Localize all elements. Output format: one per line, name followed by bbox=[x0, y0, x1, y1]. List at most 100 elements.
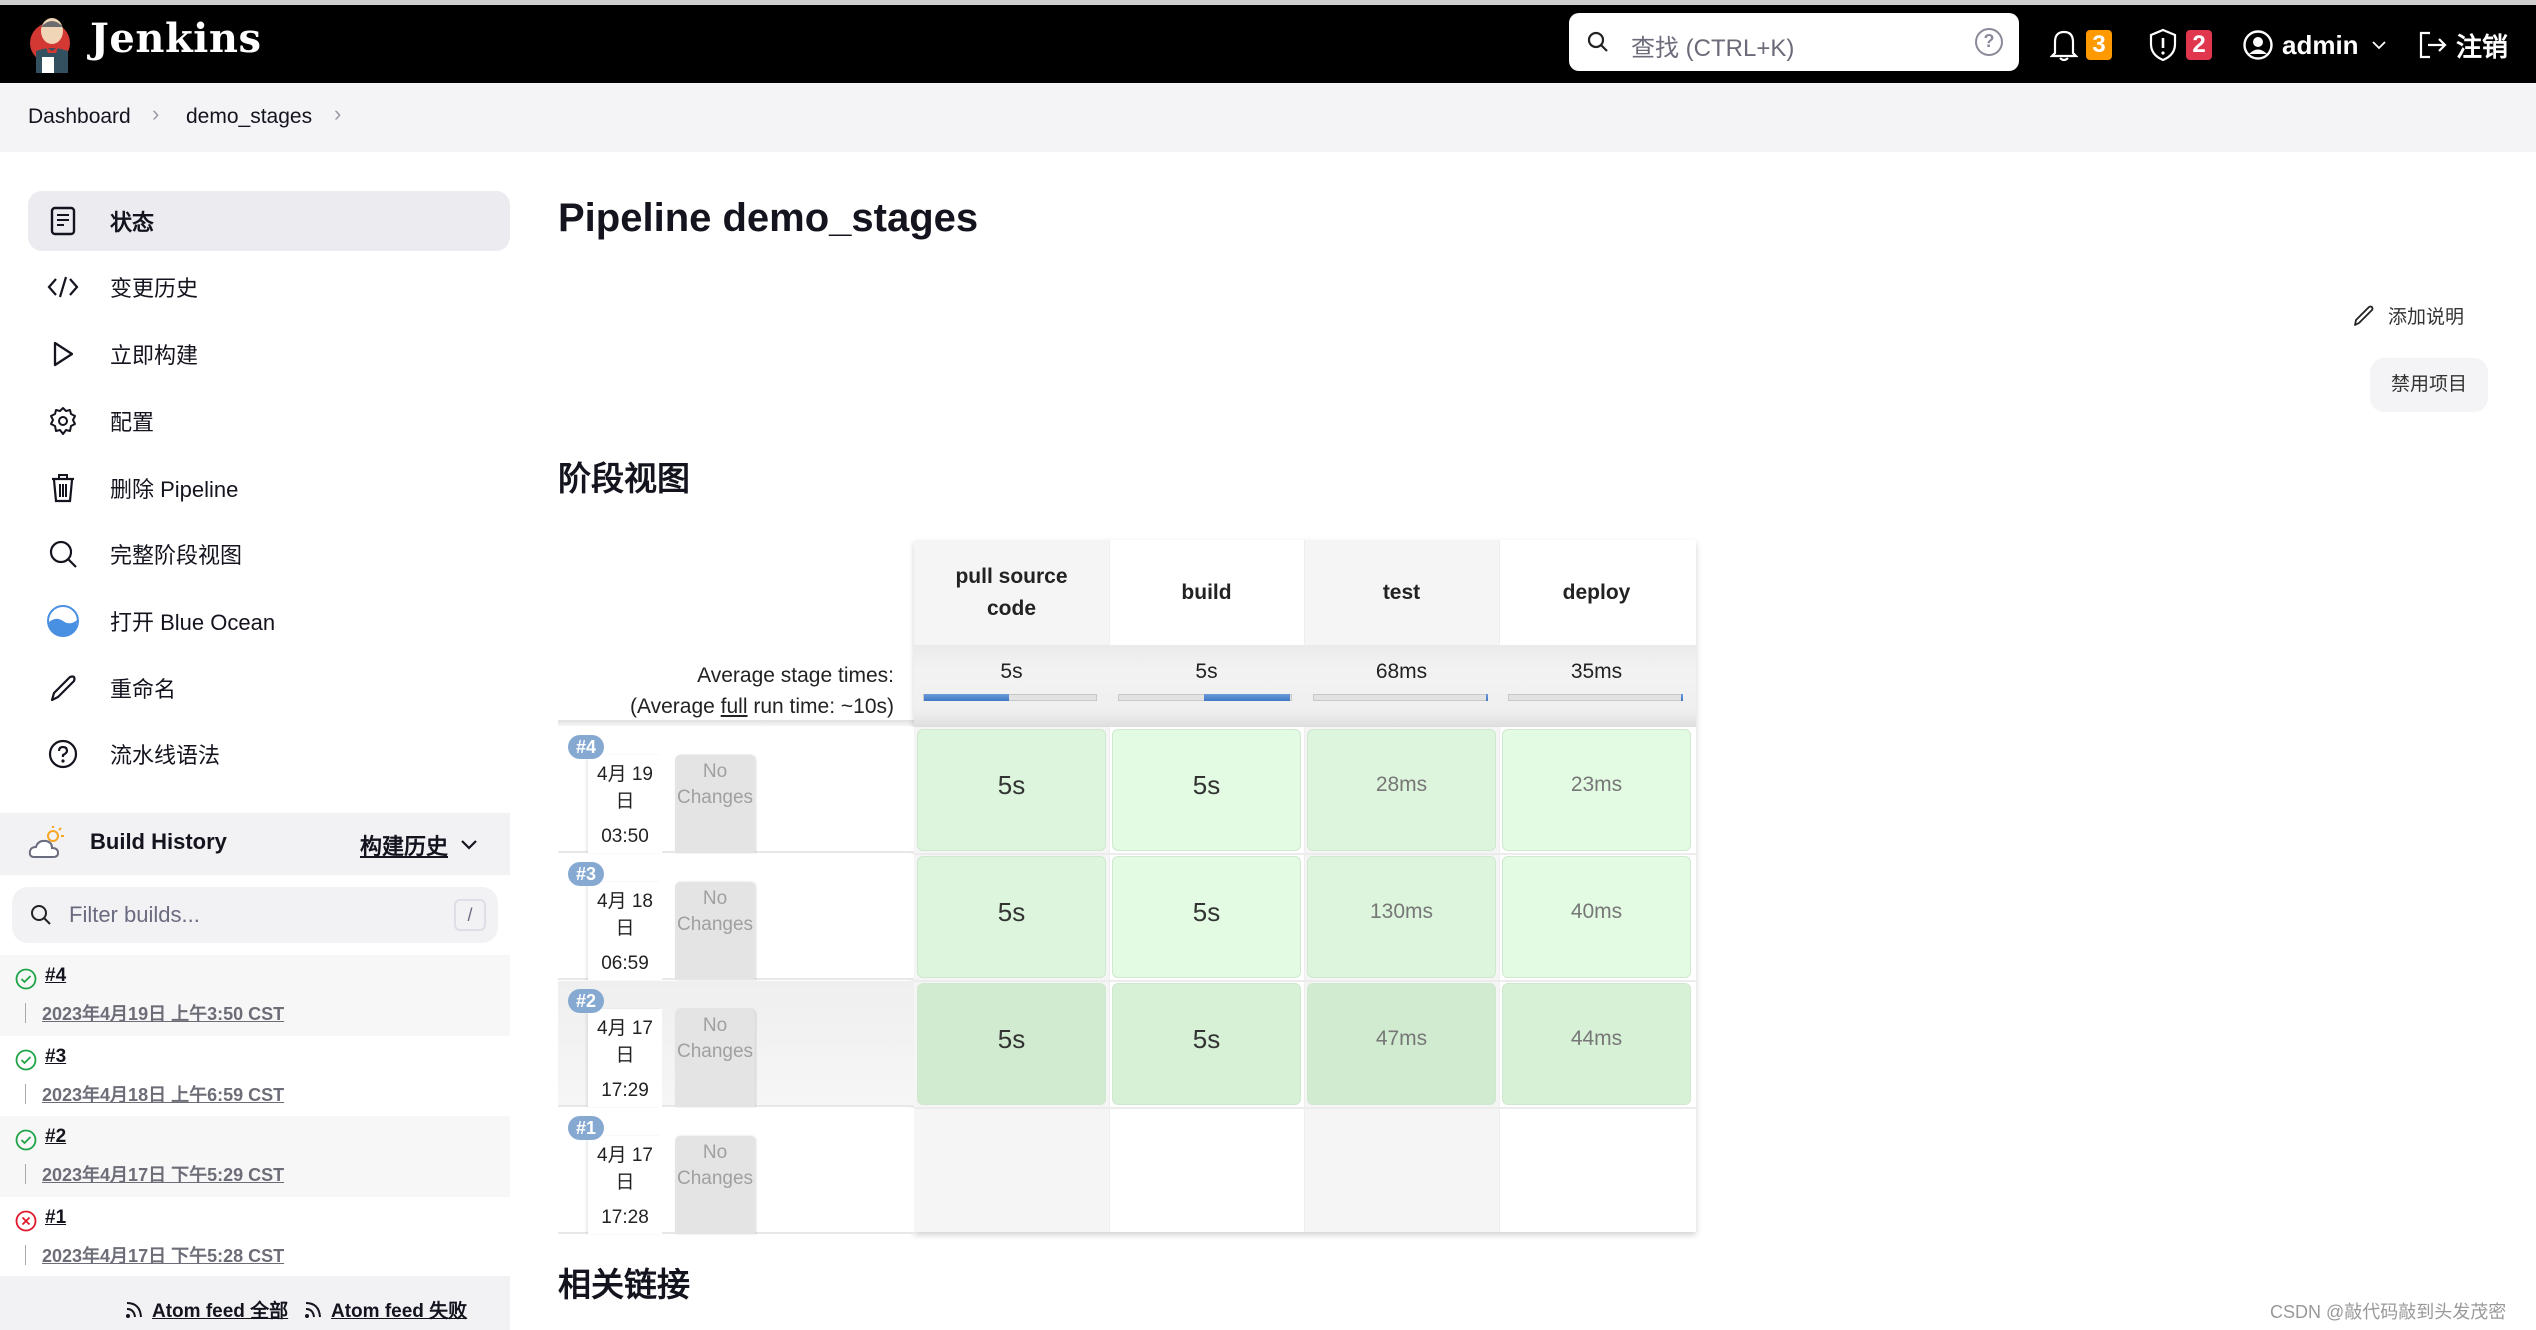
avg-run-suffix: run time: ~10s) bbox=[747, 695, 894, 718]
document-icon bbox=[46, 204, 80, 238]
full-run-link[interactable]: full bbox=[721, 695, 748, 718]
build-history-row[interactable]: #1 2023年4月17日 下午5:28 CST bbox=[0, 1197, 510, 1278]
sidebar-item-label: 重命名 bbox=[110, 677, 177, 702]
breadcrumb-demo-stages[interactable]: demo_stages bbox=[186, 105, 312, 129]
sidebar-item-build-now[interactable]: 立即构建 bbox=[28, 324, 510, 384]
run-badge[interactable]: #4 bbox=[568, 735, 605, 759]
notifications-badge: 3 bbox=[2086, 30, 2112, 60]
stage-cell[interactable]: 5s bbox=[1112, 729, 1301, 851]
build-date-link[interactable]: 2023年4月19日 上午3:50 CST bbox=[42, 1000, 284, 1026]
build-history-link[interactable]: 构建历史 bbox=[360, 829, 448, 861]
build-number-link[interactable]: #3 bbox=[45, 1046, 66, 1068]
sidebar-item-delete-pipeline[interactable]: 删除 Pipeline bbox=[28, 458, 510, 518]
build-date-link[interactable]: 2023年4月17日 下午5:29 CST bbox=[42, 1161, 284, 1187]
stage-average-bar-fill bbox=[1486, 694, 1489, 701]
stage-average-bar bbox=[1313, 694, 1489, 701]
sidebar-item-changes[interactable]: 变更历史 bbox=[28, 257, 510, 317]
stage-cell[interactable]: 44ms bbox=[1502, 983, 1691, 1105]
stage-cell[interactable]: 40ms bbox=[1502, 856, 1691, 978]
atom-feed-failed-link[interactable]: Atom feed 失败 bbox=[303, 1296, 467, 1323]
run-date-line: 日 bbox=[615, 791, 635, 812]
run-row[interactable]: #1 4月 17 日 17:28 No Changes bbox=[558, 1108, 914, 1234]
stage-cell[interactable]: 5s bbox=[1112, 856, 1301, 978]
run-badge[interactable]: #2 bbox=[568, 989, 605, 1013]
run-time: 17:29 bbox=[601, 1080, 649, 1101]
run-time: 17:28 bbox=[601, 1207, 649, 1228]
stage-cell[interactable]: 23ms bbox=[1502, 729, 1691, 851]
security-button[interactable]: 2 bbox=[2148, 27, 2212, 63]
run-badge[interactable]: #3 bbox=[568, 862, 605, 886]
run-changes[interactable]: No Changes bbox=[675, 1136, 755, 1234]
run-changes[interactable]: No Changes bbox=[675, 755, 755, 853]
sidebar-item-full-stage-view[interactable]: 完整阶段视图 bbox=[28, 524, 510, 584]
username[interactable]: admin bbox=[2282, 30, 2359, 61]
stage-average-time: 5s bbox=[1195, 660, 1218, 683]
sidebar-item-status[interactable]: 状态 bbox=[28, 191, 510, 251]
atom-feed-all-link[interactable]: Atom feed 全部 bbox=[124, 1296, 288, 1323]
failed-x-icon bbox=[15, 1210, 37, 1232]
success-check-icon bbox=[15, 1129, 37, 1151]
pencil-icon bbox=[2354, 305, 2374, 326]
add-description-button[interactable]: 添加说明 bbox=[2352, 302, 2464, 329]
chevron-down-icon[interactable] bbox=[2371, 40, 2387, 50]
timeline-divider bbox=[25, 1164, 26, 1184]
stage-cell[interactable]: 5s bbox=[917, 856, 1106, 978]
run-changes[interactable]: No Changes bbox=[675, 1009, 755, 1107]
sidebar-item-blue-ocean[interactable]: 打开 Blue Ocean bbox=[28, 591, 510, 651]
build-history-row[interactable]: #4 2023年4月19日 上午3:50 CST bbox=[0, 955, 510, 1036]
stage-cell[interactable]: 5s bbox=[917, 729, 1106, 851]
sidebar-item-rename[interactable]: 重命名 bbox=[28, 658, 510, 718]
sidebar-item-configure[interactable]: 配置 bbox=[28, 391, 510, 451]
build-number-link[interactable]: #1 bbox=[45, 1207, 66, 1229]
run-row[interactable]: #3 4月 18 日 06:59 No Changes bbox=[558, 854, 914, 980]
stage-name: test bbox=[1382, 580, 1421, 604]
run-badge[interactable]: #1 bbox=[568, 1116, 605, 1140]
breadcrumb-separator-icon[interactable]: › bbox=[334, 101, 341, 127]
build-date-link[interactable]: 2023年4月17日 下午5:28 CST bbox=[42, 1242, 284, 1268]
build-date-link[interactable]: 2023年4月18日 上午6:59 CST bbox=[42, 1081, 284, 1107]
atom-feeds-bar: Atom feed 全部 Atom feed 失败 bbox=[0, 1276, 510, 1330]
build-number-link[interactable]: #2 bbox=[45, 1126, 66, 1148]
sidebar-item-label: 删除 Pipeline bbox=[110, 477, 239, 502]
stage-cell[interactable]: 5s bbox=[917, 983, 1106, 1105]
bell-icon bbox=[2050, 30, 2078, 62]
stage-cell[interactable]: 28ms bbox=[1307, 729, 1496, 851]
run-date-line: 日 bbox=[615, 918, 635, 939]
breadcrumb-separator-icon[interactable]: › bbox=[152, 101, 159, 127]
chevron-down-icon[interactable] bbox=[460, 839, 478, 851]
stage-cell[interactable]: 47ms bbox=[1307, 983, 1496, 1105]
build-history-row[interactable]: #2 2023年4月17日 下午5:29 CST bbox=[0, 1116, 510, 1197]
sidebar-item-label: 立即构建 bbox=[110, 343, 199, 368]
search-help-icon[interactable]: ? bbox=[1975, 28, 2003, 56]
run-row[interactable]: #4 4月 19 日 03:50 No Changes bbox=[558, 727, 914, 853]
stage-cell[interactable]: 5s bbox=[1112, 983, 1301, 1105]
timeline-divider bbox=[25, 1245, 26, 1265]
run-time: 06:59 bbox=[601, 953, 649, 974]
stage-average: 68ms bbox=[1304, 645, 1499, 727]
filter-builds-input[interactable]: Filter builds... / bbox=[12, 887, 498, 943]
breadcrumb-dashboard[interactable]: Dashboard bbox=[28, 105, 131, 129]
jenkins-logo-icon[interactable] bbox=[28, 13, 76, 75]
row-divider bbox=[914, 980, 1696, 982]
run-date-line: 4月 18 bbox=[597, 891, 653, 912]
user-avatar-icon bbox=[2243, 30, 2273, 60]
brand-name[interactable]: Jenkins bbox=[90, 15, 261, 62]
stage-average-bar bbox=[1508, 694, 1684, 701]
stage-average: 5s bbox=[914, 645, 1109, 727]
search-box[interactable]: 查找 (CTRL+K) ? bbox=[1569, 13, 2019, 71]
user-menu[interactable]: admin bbox=[2242, 27, 2387, 63]
run-row[interactable]: #2 4月 17 日 17:29 No Changes bbox=[558, 981, 914, 1107]
shield-icon bbox=[2149, 28, 2177, 62]
logout-button[interactable]: 注销 bbox=[2418, 27, 2508, 63]
disable-project-button[interactable]: 禁用项目 bbox=[2370, 358, 2488, 412]
stage-cell[interactable]: 130ms bbox=[1307, 856, 1496, 978]
run-date-line: 日 bbox=[615, 1172, 635, 1193]
search-input[interactable]: 查找 (CTRL+K) bbox=[1631, 28, 1794, 63]
avg-run-prefix: (Average bbox=[629, 695, 721, 718]
related-links-heading: 相关链接 bbox=[558, 1266, 690, 1303]
build-number-link[interactable]: #4 bbox=[45, 965, 66, 987]
build-history-row[interactable]: #3 2023年4月18日 上午6:59 CST bbox=[0, 1036, 510, 1117]
sidebar-item-pipeline-syntax[interactable]: 流水线语法 bbox=[28, 724, 510, 784]
notifications-button[interactable]: 3 bbox=[2050, 27, 2112, 63]
run-changes[interactable]: No Changes bbox=[675, 882, 755, 980]
